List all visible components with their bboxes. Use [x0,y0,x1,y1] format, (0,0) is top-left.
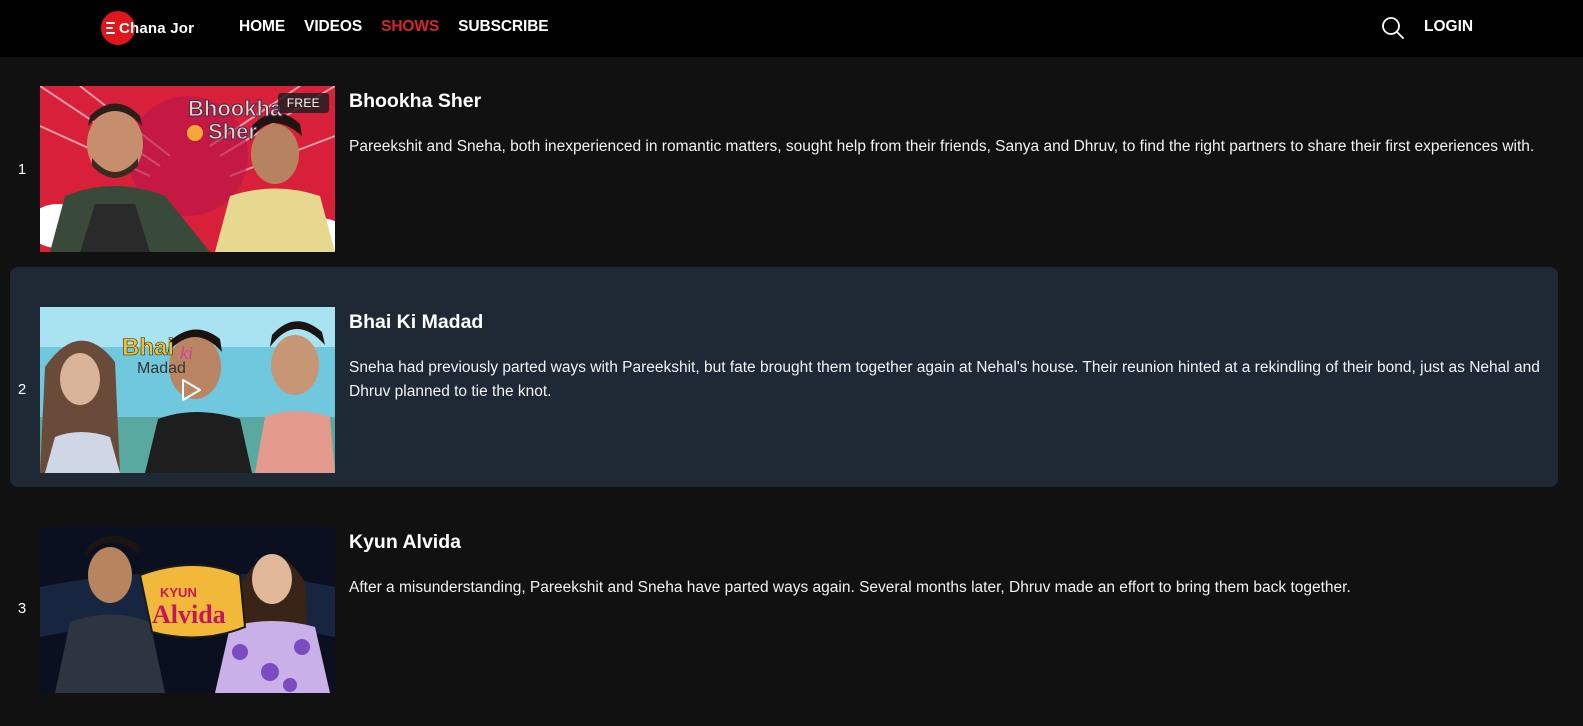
main-nav: HOME VIDEOS SHOWS SUBSCRIBE [239,18,568,36]
svg-text:KYUN: KYUN [160,585,197,600]
episode-thumbnail[interactable]: Bhookha Sher FREE [40,86,335,252]
episode-number: 3 [17,600,27,617]
svg-text:Sher: Sher [208,119,257,144]
episode-description: Pareekshit and Sneha, both inexperienced… [349,138,1535,155]
search-icon[interactable] [1381,16,1405,40]
nav-subscribe[interactable]: SUBSCRIBE [458,18,548,36]
episode-thumbnail[interactable]: Bhai ki Madad [40,307,335,473]
logo-text: Chana Jor [119,19,195,37]
nav-home[interactable]: HOME [239,18,285,36]
episode-row[interactable]: 1 Bhookha Sher FREE Bhookha Sher Pareeks… [10,70,1558,290]
svg-text:Madad: Madad [137,360,186,377]
nav-shows[interactable]: SHOWS [381,18,439,36]
svg-text:Bhookha: Bhookha [188,96,283,121]
episode-number: 1 [17,161,27,178]
episode-title[interactable]: Bhookha Sher [349,90,481,113]
svg-text:Bhai: Bhai [122,334,174,361]
episode-row[interactable]: 2 Bhai ki Madad Bhai Ki Madad Sneha had … [10,267,1558,487]
episode-description: After a misunderstanding, Pareekshit and… [349,579,1351,596]
episode-title[interactable]: Kyun Alvida [349,531,461,554]
nav-videos[interactable]: VIDEOS [304,18,362,36]
login-button[interactable]: LOGIN [1424,18,1473,36]
site-logo[interactable]: Chana Jor [101,11,194,45]
free-badge: FREE [277,93,329,113]
episode-description: Sneha had previously parted ways with Pa… [349,359,1540,400]
episode-number: 2 [17,381,27,398]
episode-row[interactable]: 3 KYUN Alvida Kyun Alvida After a misund… [10,500,1558,720]
episode-title[interactable]: Bhai Ki Madad [349,311,483,334]
svg-text:Alvida: Alvida [152,600,226,629]
play-icon[interactable] [177,377,203,403]
top-navigation-bar: Chana Jor HOME VIDEOS SHOWS SUBSCRIBE LO… [0,0,1583,57]
episode-thumbnail[interactable]: KYUN Alvida [40,527,335,693]
